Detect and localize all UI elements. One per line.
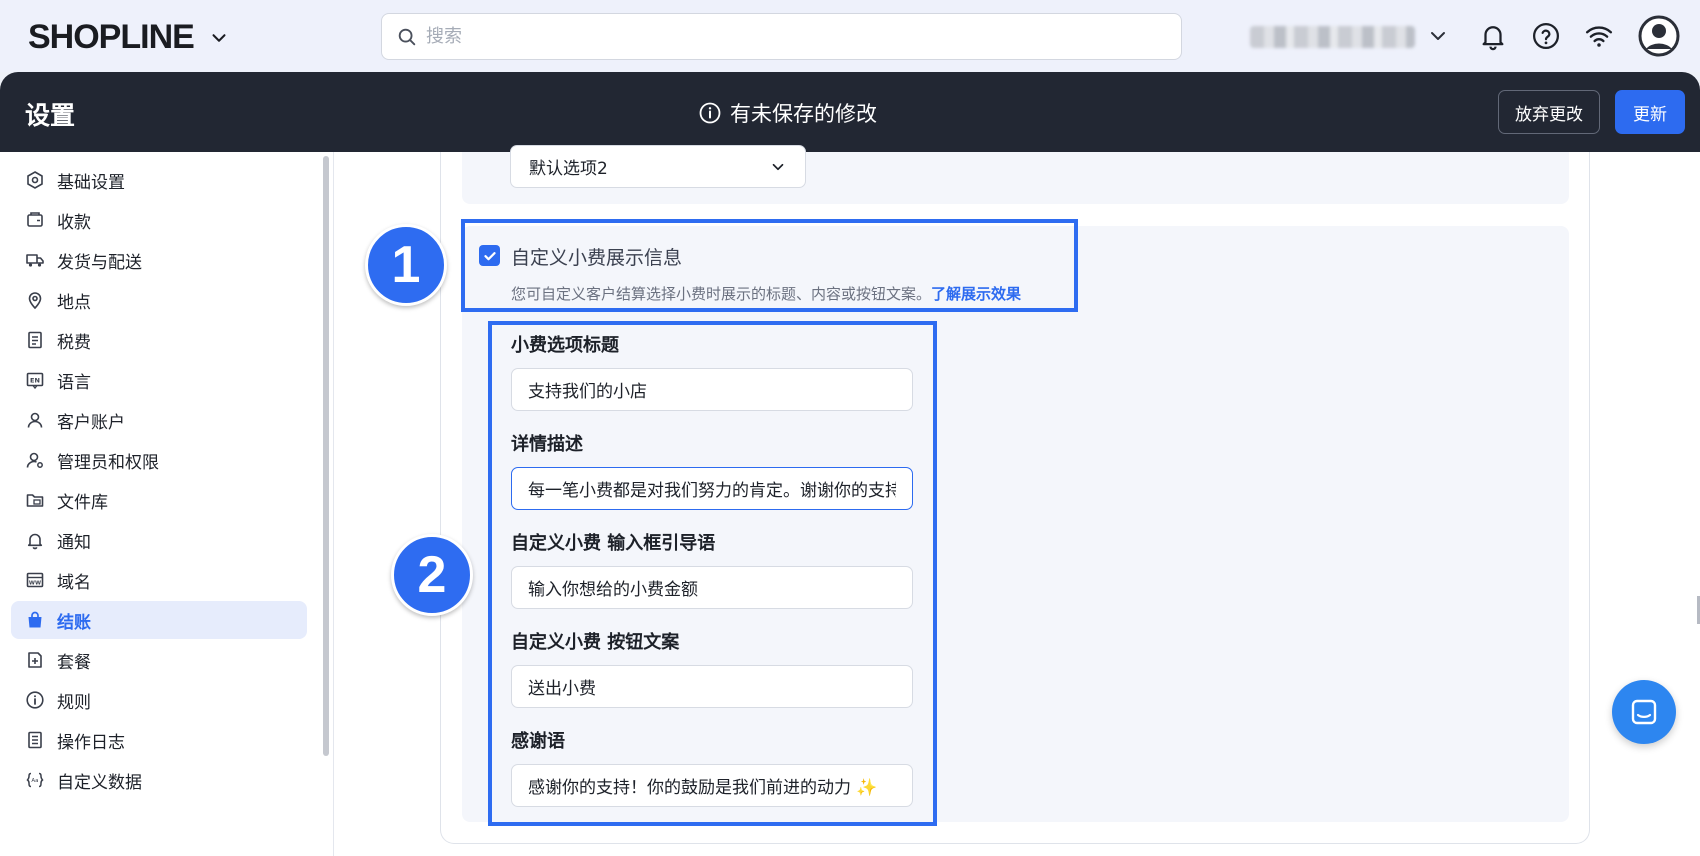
- admin-icon: [26, 452, 43, 468]
- discard-changes-button[interactable]: 放弃更改: [1498, 90, 1600, 134]
- chat-icon: [1631, 699, 1657, 725]
- sidebar-item-notifications[interactable]: 通知: [11, 521, 307, 559]
- info-icon: [26, 691, 44, 709]
- unsaved-notice: 有未保存的修改: [698, 98, 877, 128]
- default-option-select[interactable]: 默认选项2: [510, 145, 806, 188]
- custom-data-icon: Aa: [26, 772, 44, 788]
- folder-icon: [26, 494, 44, 507]
- svg-text:EN: EN: [30, 376, 40, 384]
- top-bar: SHOPLINE: [0, 0, 1700, 72]
- chevron-down-icon: [772, 163, 784, 170]
- sidebar-item-activity-log[interactable]: 操作日志: [11, 721, 307, 759]
- domain-icon: WW: [26, 572, 44, 588]
- location-pin-icon: [28, 292, 42, 310]
- sidebar-item-basic-settings[interactable]: 基础设置: [11, 161, 307, 199]
- settings-hex-icon: [27, 171, 43, 189]
- update-button[interactable]: 更新: [1615, 90, 1685, 134]
- bell-icon: [27, 533, 43, 550]
- sidebar-item-checkout[interactable]: 结账: [11, 601, 307, 639]
- sidebar-item-label: 结账: [57, 612, 91, 633]
- sidebar-item-label: 税费: [57, 332, 91, 353]
- annotation-marker-1: 1: [365, 224, 447, 306]
- sidebar-item-files[interactable]: 文件库: [11, 481, 307, 519]
- sidebar-item-shipping[interactable]: 发货与配送: [11, 241, 307, 279]
- search-bar[interactable]: [381, 13, 1182, 60]
- annotation-box-2: [488, 321, 937, 826]
- language-icon: EN: [26, 372, 44, 390]
- sidebar-item-taxes[interactable]: 税费: [11, 321, 307, 359]
- sidebar-item-locations[interactable]: 地点: [11, 281, 307, 319]
- sidebar-item-label: 收款: [57, 212, 91, 233]
- sidebar-item-policies[interactable]: 规则: [11, 681, 307, 719]
- settings-sidebar: 基础设置 收款 发货与配送 地点 税费 EN 语言 客户账户 管理员和权限 文件…: [0, 152, 334, 856]
- search-input[interactable]: [426, 26, 1126, 47]
- tax-receipt-icon: [28, 331, 42, 349]
- info-icon: [699, 102, 721, 124]
- avatar-icon[interactable]: [1638, 15, 1680, 57]
- bell-icon[interactable]: [1478, 21, 1508, 51]
- chevron-down-icon[interactable]: [208, 27, 230, 49]
- unsaved-notice-text: 有未保存的修改: [730, 102, 877, 126]
- wallet-icon: [27, 212, 43, 227]
- sidebar-item-languages[interactable]: EN 语言: [11, 361, 307, 399]
- sidebar-item-payments[interactable]: 收款: [11, 201, 307, 239]
- brand-logo[interactable]: SHOPLINE: [28, 18, 230, 57]
- sidebar-item-plans[interactable]: 套餐: [11, 641, 307, 679]
- logo-text: SHOPLINE: [28, 18, 195, 56]
- sidebar-item-label: 文件库: [57, 492, 108, 513]
- select-value: 默认选项2: [529, 159, 608, 179]
- sidebar-item-domains[interactable]: WW 域名: [11, 561, 307, 599]
- search-icon: [398, 28, 416, 45]
- chat-support-button[interactable]: [1612, 680, 1676, 744]
- sidebar-item-label: 操作日志: [57, 732, 125, 753]
- wifi-icon[interactable]: [1584, 21, 1614, 51]
- account-name-blurred[interactable]: [1250, 26, 1415, 48]
- account-chevron-down-icon[interactable]: [1426, 24, 1450, 48]
- shopping-bag-icon: [28, 611, 42, 628]
- sidebar-item-label: 基础设置: [57, 172, 125, 193]
- sidebar-item-label: 域名: [57, 572, 91, 593]
- sidebar-item-label: 自定义数据: [57, 772, 142, 793]
- sidebar-item-label: 套餐: [57, 652, 91, 673]
- plan-icon: [28, 652, 42, 668]
- help-icon[interactable]: [1531, 21, 1561, 51]
- sidebar-item-admins-permissions[interactable]: 管理员和权限: [11, 441, 307, 479]
- sidebar-item-label: 规则: [57, 692, 91, 713]
- user-icon: [27, 412, 43, 428]
- truck-icon: [26, 254, 44, 267]
- settings-header: 设置 有未保存的修改 放弃更改 更新: [0, 72, 1700, 152]
- sidebar-item-label: 发货与配送: [57, 252, 142, 273]
- sidebar-item-label: 地点: [57, 292, 91, 313]
- sidebar-item-label: 通知: [57, 532, 91, 553]
- sidebar-item-customer-accounts[interactable]: 客户账户: [11, 401, 307, 439]
- svg-text:WW: WW: [29, 581, 41, 587]
- sidebar-item-custom-data[interactable]: Aa 自定义数据: [11, 761, 307, 799]
- sidebar-item-label: 语言: [57, 372, 91, 393]
- svg-text:Aa: Aa: [31, 778, 38, 784]
- page-title: 设置: [25, 101, 76, 130]
- sidebar-item-label: 客户账户: [57, 412, 125, 433]
- log-icon: [28, 731, 42, 749]
- sidebar-scrollbar[interactable]: [323, 156, 329, 756]
- annotation-marker-2: 2: [391, 534, 473, 616]
- sidebar-item-label: 管理员和权限: [57, 452, 159, 473]
- annotation-box-1: [461, 219, 1078, 312]
